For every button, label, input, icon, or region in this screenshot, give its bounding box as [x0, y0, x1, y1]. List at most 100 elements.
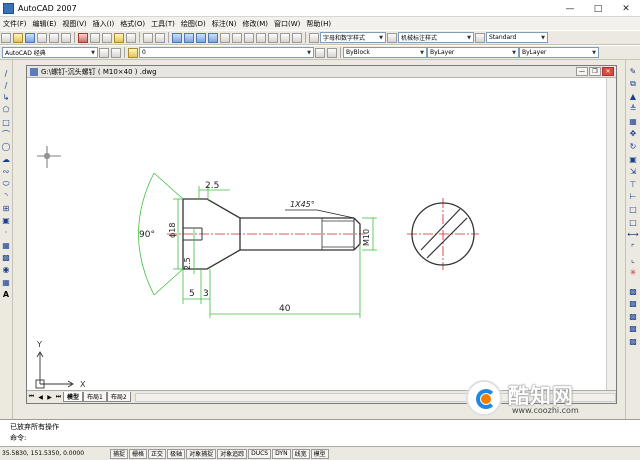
drawing-restore-icon[interactable]: ❐ [589, 67, 601, 76]
explode-icon[interactable]: ✳ [628, 268, 638, 278]
gradient-icon[interactable]: ▩ [2, 252, 11, 262]
markup-icon[interactable] [268, 32, 278, 43]
circle-icon[interactable]: ◯ [2, 142, 11, 152]
construction-line-icon[interactable]: ∕ [2, 80, 11, 90]
ducs-toggle[interactable]: DUCS [248, 448, 272, 459]
layer-select[interactable]: 0 ▼ [139, 47, 314, 58]
menu-edit[interactable]: 编辑(E) [33, 19, 57, 29]
paste-icon[interactable] [102, 32, 112, 43]
snap-toggle[interactable]: 捕捉 [110, 448, 129, 459]
stretch-icon[interactable]: ⇲ [628, 167, 638, 177]
zoom-previous-icon[interactable] [208, 32, 218, 43]
new-file-icon[interactable] [1, 32, 11, 43]
menu-window[interactable]: 窗口(W) [274, 19, 300, 29]
undo-icon[interactable] [143, 32, 153, 43]
lineweight-toggle[interactable]: 线宽 [291, 448, 310, 459]
spline-icon[interactable]: ∾ [2, 166, 11, 176]
make-block-icon[interactable]: ▣ [2, 216, 11, 226]
polygon-icon[interactable]: ⬠ [2, 105, 11, 115]
extend-icon[interactable]: ⊢ [628, 192, 638, 202]
vertical-scrollbar[interactable] [606, 78, 616, 390]
make-layer-current-icon[interactable] [315, 47, 325, 58]
help-icon[interactable] [292, 32, 302, 43]
tool-palettes-icon[interactable] [244, 32, 254, 43]
zoom-window-icon[interactable] [196, 32, 206, 43]
autocad-app-icon[interactable] [3, 2, 14, 14]
model-space-canvas[interactable]: 2.5 1X45° 90° ϕ18 2.5 5 3 40 M10 Y X [27, 78, 616, 390]
workspace-settings-icon[interactable] [99, 47, 109, 58]
open-file-icon[interactable] [13, 32, 23, 43]
scale-icon[interactable]: ▣ [628, 154, 638, 164]
workspace-select[interactable]: AutoCAD 经典 ▼ [2, 47, 98, 58]
layer-previous-icon[interactable] [327, 47, 337, 58]
linetype-select[interactable]: ByLayer ▼ [427, 47, 519, 58]
revision-cloud-icon[interactable]: ☁ [2, 154, 11, 164]
polar-toggle[interactable]: 极轴 [167, 448, 186, 459]
rectangle-icon[interactable]: □ [2, 117, 11, 127]
coordinate-readout[interactable]: 35.5830, 151.5350, 0.0000 [2, 450, 110, 457]
hatch-icon[interactable]: ▦ [2, 240, 11, 250]
bring-front-icon[interactable]: ▩ [628, 299, 638, 309]
save-icon[interactable] [25, 32, 35, 43]
ellipse-icon[interactable]: ⬭ [2, 179, 11, 189]
menu-dimension[interactable]: 标注(N) [212, 19, 237, 29]
drawing-minimize-icon[interactable]: — [576, 67, 588, 76]
draw-order-icon[interactable]: ▩ [628, 286, 638, 296]
line-icon[interactable]: ∕ [2, 68, 11, 78]
menu-insert[interactable]: 插入(I) [93, 19, 115, 29]
menu-tools[interactable]: 工具(T) [151, 19, 175, 29]
bring-above-icon[interactable]: ▩ [628, 324, 638, 334]
minimize-icon[interactable]: — [556, 0, 584, 17]
multiline-text-icon[interactable]: A [2, 289, 11, 299]
last-tab-icon[interactable]: ⏭ [54, 393, 63, 402]
menu-draw[interactable]: 绘图(D) [181, 19, 206, 29]
first-tab-icon[interactable]: ⏮ [27, 393, 36, 402]
mirror-icon[interactable]: ▲ [628, 91, 638, 101]
next-tab-icon[interactable]: ▶ [45, 393, 54, 402]
polyline-icon[interactable]: ↳ [2, 93, 11, 103]
array-icon[interactable]: ▦ [628, 116, 638, 126]
osnap-toggle[interactable]: 对象捕捉 [186, 448, 217, 459]
fillet-icon[interactable]: ⌞ [628, 255, 638, 265]
ortho-toggle[interactable]: 正交 [148, 448, 167, 459]
dim-style-select[interactable]: 机械标注样式 ▼ [398, 32, 474, 43]
pan-icon[interactable] [172, 32, 182, 43]
arc-icon[interactable]: ⌒ [2, 129, 11, 139]
table-style-select[interactable]: Standard ▼ [486, 32, 548, 43]
maximize-icon[interactable]: □ [584, 0, 612, 17]
quickcalc-icon[interactable] [280, 32, 290, 43]
ellipse-arc-icon[interactable]: ◝ [2, 191, 11, 201]
otrack-toggle[interactable]: 对象追踪 [217, 448, 248, 459]
copy-icon[interactable] [90, 32, 100, 43]
close-icon[interactable]: ✕ [612, 0, 640, 17]
dyn-toggle[interactable]: DYN [272, 448, 291, 459]
menu-modify[interactable]: 修改(M) [242, 19, 268, 29]
plot-icon[interactable] [37, 32, 47, 43]
tab-layout2[interactable]: 布局2 [106, 392, 131, 402]
break-at-point-icon[interactable]: □ [628, 205, 638, 215]
tab-layout1[interactable]: 布局1 [83, 392, 107, 402]
command-prompt[interactable]: 命令: [10, 433, 26, 443]
table-icon[interactable]: ▦ [2, 277, 11, 287]
copy-object-icon[interactable]: ⧉ [628, 79, 638, 89]
offset-icon[interactable]: ≜ [628, 104, 638, 114]
insert-block-icon[interactable]: ⊞ [2, 203, 11, 213]
design-center-icon[interactable] [232, 32, 242, 43]
grid-toggle[interactable]: 栅格 [129, 448, 148, 459]
match-properties-icon[interactable] [114, 32, 124, 43]
lineweight-select[interactable]: ByLayer ▼ [519, 47, 599, 58]
menu-view[interactable]: 视图(V) [62, 19, 86, 29]
join-icon[interactable]: ⟷ [627, 230, 638, 240]
chamfer-icon[interactable]: ⌜ [628, 242, 638, 252]
plot-preview-icon[interactable] [49, 32, 59, 43]
point-icon[interactable]: · [2, 228, 11, 238]
trim-icon[interactable]: ⊤ [628, 179, 638, 189]
break-icon[interactable]: □ [628, 217, 638, 227]
prev-tab-icon[interactable]: ◀ [36, 393, 45, 402]
properties-icon[interactable] [220, 32, 230, 43]
send-under-icon[interactable]: ▩ [628, 336, 638, 346]
menu-format[interactable]: 格式(O) [120, 19, 145, 29]
send-back-icon[interactable]: ▩ [628, 311, 638, 321]
menu-help[interactable]: 帮助(H) [306, 19, 331, 29]
region-icon[interactable]: ◉ [2, 265, 11, 275]
